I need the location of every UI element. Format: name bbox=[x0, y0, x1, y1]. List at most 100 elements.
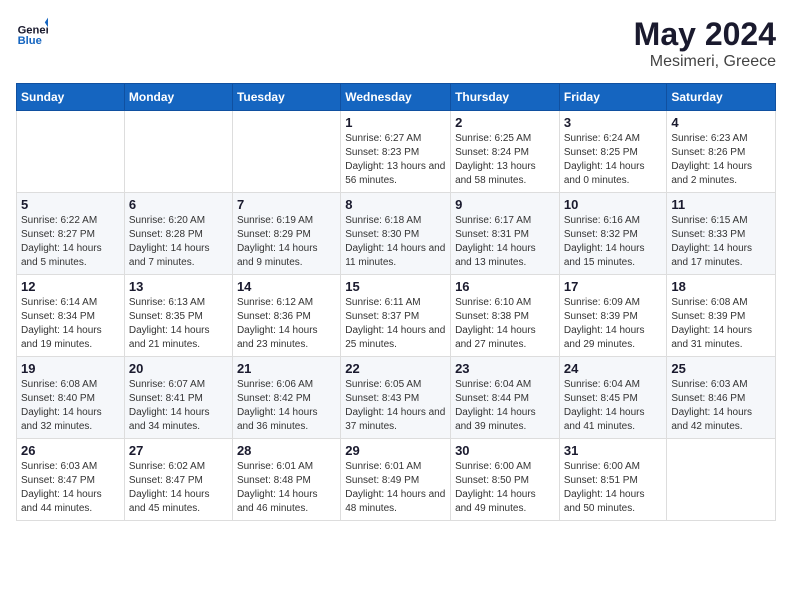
day-number: 28 bbox=[237, 443, 336, 458]
calendar-cell: 1Sunrise: 6:27 AMSunset: 8:23 PMDaylight… bbox=[341, 111, 451, 193]
day-number: 20 bbox=[129, 361, 228, 376]
title-area: May 2024 Mesimeri, Greece bbox=[634, 16, 776, 71]
day-info: Sunrise: 6:17 AMSunset: 8:31 PMDaylight:… bbox=[455, 214, 555, 270]
calendar-table: SundayMondayTuesdayWednesdayThursdayFrid… bbox=[16, 83, 776, 521]
day-number: 31 bbox=[564, 443, 663, 458]
day-number: 12 bbox=[21, 279, 120, 294]
calendar-cell: 28 Sunrise: 6:01 AMSunset: 8:48 PMDayligh… bbox=[232, 439, 340, 521]
day-number: 6 bbox=[129, 197, 228, 212]
day-info: Sunrise: 6:08 AMSunset: 8:40 PMDaylight:… bbox=[21, 378, 120, 434]
weekday-header: Thursday bbox=[451, 84, 560, 111]
calendar-cell: 30 Sunrise: 6:00 AMSunset: 8:50 PMDayligh… bbox=[451, 439, 560, 521]
calendar-cell: 29Sunrise: 6:01 AMSunset: 8:49 PMDayligh… bbox=[341, 439, 451, 521]
day-number: 26 bbox=[21, 443, 120, 458]
calendar-cell: 18 Sunrise: 6:08 AMSunset: 8:39 PMDayligh… bbox=[667, 275, 776, 357]
day-number: 25 bbox=[671, 361, 771, 376]
calendar-cell: 9 Sunrise: 6:17 AMSunset: 8:31 PMDaylight… bbox=[451, 193, 560, 275]
location: Mesimeri, Greece bbox=[634, 53, 776, 71]
day-info: Sunrise: 6:05 AMSunset: 8:43 PMDaylight:… bbox=[345, 378, 446, 434]
calendar-cell: 4 Sunrise: 6:23 AMSunset: 8:26 PMDaylight… bbox=[667, 111, 776, 193]
day-info: Sunrise: 6:08 AMSunset: 8:39 PMDaylight:… bbox=[671, 296, 771, 352]
calendar-cell: 6Sunrise: 6:20 AMSunset: 8:28 PMDaylight… bbox=[124, 193, 232, 275]
calendar-cell: 16 Sunrise: 6:10 AMSunset: 8:38 PMDayligh… bbox=[451, 275, 560, 357]
day-info: Sunrise: 6:24 AMSunset: 8:25 PMDaylight:… bbox=[564, 132, 663, 188]
calendar-cell: 23 Sunrise: 6:04 AMSunset: 8:44 PMDayligh… bbox=[451, 357, 560, 439]
day-info: Sunrise: 6:04 AMSunset: 8:45 PMDaylight:… bbox=[564, 378, 663, 434]
calendar-cell: 10Sunrise: 6:16 AMSunset: 8:32 PMDayligh… bbox=[559, 193, 667, 275]
svg-text:Blue: Blue bbox=[18, 35, 42, 47]
day-number: 4 bbox=[671, 115, 771, 130]
day-info: Sunrise: 6:14 AMSunset: 8:34 PMDaylight:… bbox=[21, 296, 120, 352]
calendar-cell bbox=[124, 111, 232, 193]
day-info: Sunrise: 6:13 AMSunset: 8:35 PMDaylight:… bbox=[129, 296, 228, 352]
day-info: Sunrise: 6:23 AMSunset: 8:26 PMDaylight:… bbox=[671, 132, 771, 188]
month-title: May 2024 bbox=[634, 16, 776, 53]
day-number: 24 bbox=[564, 361, 663, 376]
calendar-week-row: 5Sunrise: 6:22 AMSunset: 8:27 PMDaylight… bbox=[17, 193, 776, 275]
calendar-cell bbox=[17, 111, 125, 193]
day-number: 21 bbox=[237, 361, 336, 376]
calendar-week-row: 1Sunrise: 6:27 AMSunset: 8:23 PMDaylight… bbox=[17, 111, 776, 193]
calendar-cell: 21Sunrise: 6:06 AMSunset: 8:42 PMDayligh… bbox=[232, 357, 340, 439]
calendar-week-row: 12 Sunrise: 6:14 AMSunset: 8:34 PMDayligh… bbox=[17, 275, 776, 357]
day-info: Sunrise: 6:07 AMSunset: 8:41 PMDaylight:… bbox=[129, 378, 228, 434]
day-number: 16 bbox=[455, 279, 555, 294]
day-info: Sunrise: 6:02 AMSunset: 8:47 PMDaylight:… bbox=[129, 460, 228, 516]
logo-icon: General Blue bbox=[16, 16, 48, 48]
day-number: 7 bbox=[237, 197, 336, 212]
day-info: Sunrise: 6:10 AMSunset: 8:38 PMDaylight:… bbox=[455, 296, 555, 352]
calendar-cell: 7 Sunrise: 6:19 AMSunset: 8:29 PMDaylight… bbox=[232, 193, 340, 275]
page-header: General Blue May 2024 Mesimeri, Greece bbox=[16, 16, 776, 71]
day-number: 9 bbox=[455, 197, 555, 212]
weekday-header: Sunday bbox=[17, 84, 125, 111]
day-number: 22 bbox=[345, 361, 446, 376]
calendar-cell: 12 Sunrise: 6:14 AMSunset: 8:34 PMDayligh… bbox=[17, 275, 125, 357]
day-number: 23 bbox=[455, 361, 555, 376]
calendar-cell: 5Sunrise: 6:22 AMSunset: 8:27 PMDaylight… bbox=[17, 193, 125, 275]
weekday-header: Monday bbox=[124, 84, 232, 111]
day-number: 8 bbox=[345, 197, 446, 212]
weekday-header: Friday bbox=[559, 84, 667, 111]
calendar-cell: 31 Sunrise: 6:00 AMSunset: 8:51 PMDayligh… bbox=[559, 439, 667, 521]
day-number: 30 bbox=[455, 443, 555, 458]
logo: General Blue bbox=[16, 16, 48, 48]
day-number: 3 bbox=[564, 115, 663, 130]
calendar-cell: 15Sunrise: 6:11 AMSunset: 8:37 PMDayligh… bbox=[341, 275, 451, 357]
calendar-cell: 17 Sunrise: 6:09 AMSunset: 8:39 PMDayligh… bbox=[559, 275, 667, 357]
day-number: 11 bbox=[671, 197, 771, 212]
day-info: Sunrise: 6:16 AMSunset: 8:32 PMDaylight:… bbox=[564, 214, 663, 270]
day-info: Sunrise: 6:03 AMSunset: 8:47 PMDaylight:… bbox=[21, 460, 120, 516]
calendar-cell: 22 Sunrise: 6:05 AMSunset: 8:43 PMDayligh… bbox=[341, 357, 451, 439]
calendar-cell: 3 Sunrise: 6:24 AMSunset: 8:25 PMDaylight… bbox=[559, 111, 667, 193]
calendar-cell: 2Sunrise: 6:25 AMSunset: 8:24 PMDaylight… bbox=[451, 111, 560, 193]
day-info: Sunrise: 6:18 AMSunset: 8:30 PMDaylight:… bbox=[345, 214, 446, 270]
calendar-cell: 27 Sunrise: 6:02 AMSunset: 8:47 PMDayligh… bbox=[124, 439, 232, 521]
calendar-cell bbox=[667, 439, 776, 521]
calendar-cell: 11 Sunrise: 6:15 AMSunset: 8:33 PMDayligh… bbox=[667, 193, 776, 275]
day-info: Sunrise: 6:00 AMSunset: 8:50 PMDaylight:… bbox=[455, 460, 555, 516]
calendar-cell: 26 Sunrise: 6:03 AMSunset: 8:47 PMDayligh… bbox=[17, 439, 125, 521]
weekday-header-row: SundayMondayTuesdayWednesdayThursdayFrid… bbox=[17, 84, 776, 111]
calendar-cell bbox=[232, 111, 340, 193]
day-number: 15 bbox=[345, 279, 446, 294]
calendar-cell: 25Sunrise: 6:03 AMSunset: 8:46 PMDayligh… bbox=[667, 357, 776, 439]
day-number: 18 bbox=[671, 279, 771, 294]
day-number: 19 bbox=[21, 361, 120, 376]
calendar-cell: 8 Sunrise: 6:18 AMSunset: 8:30 PMDaylight… bbox=[341, 193, 451, 275]
day-info: Sunrise: 6:19 AMSunset: 8:29 PMDaylight:… bbox=[237, 214, 336, 270]
day-info: Sunrise: 6:01 AMSunset: 8:48 PMDaylight:… bbox=[237, 460, 336, 516]
day-info: Sunrise: 6:22 AMSunset: 8:27 PMDaylight:… bbox=[21, 214, 120, 270]
calendar-cell: 14 Sunrise: 6:12 AMSunset: 8:36 PMDayligh… bbox=[232, 275, 340, 357]
day-number: 14 bbox=[237, 279, 336, 294]
day-number: 27 bbox=[129, 443, 228, 458]
weekday-header: Wednesday bbox=[341, 84, 451, 111]
day-number: 17 bbox=[564, 279, 663, 294]
day-info: Sunrise: 6:12 AMSunset: 8:36 PMDaylight:… bbox=[237, 296, 336, 352]
day-info: Sunrise: 6:09 AMSunset: 8:39 PMDaylight:… bbox=[564, 296, 663, 352]
day-info: Sunrise: 6:04 AMSunset: 8:44 PMDaylight:… bbox=[455, 378, 555, 434]
day-number: 13 bbox=[129, 279, 228, 294]
weekday-header: Saturday bbox=[667, 84, 776, 111]
day-info: Sunrise: 6:01 AMSunset: 8:49 PMDaylight:… bbox=[345, 460, 446, 516]
day-info: Sunrise: 6:00 AMSunset: 8:51 PMDaylight:… bbox=[564, 460, 663, 516]
day-info: Sunrise: 6:15 AMSunset: 8:33 PMDaylight:… bbox=[671, 214, 771, 270]
